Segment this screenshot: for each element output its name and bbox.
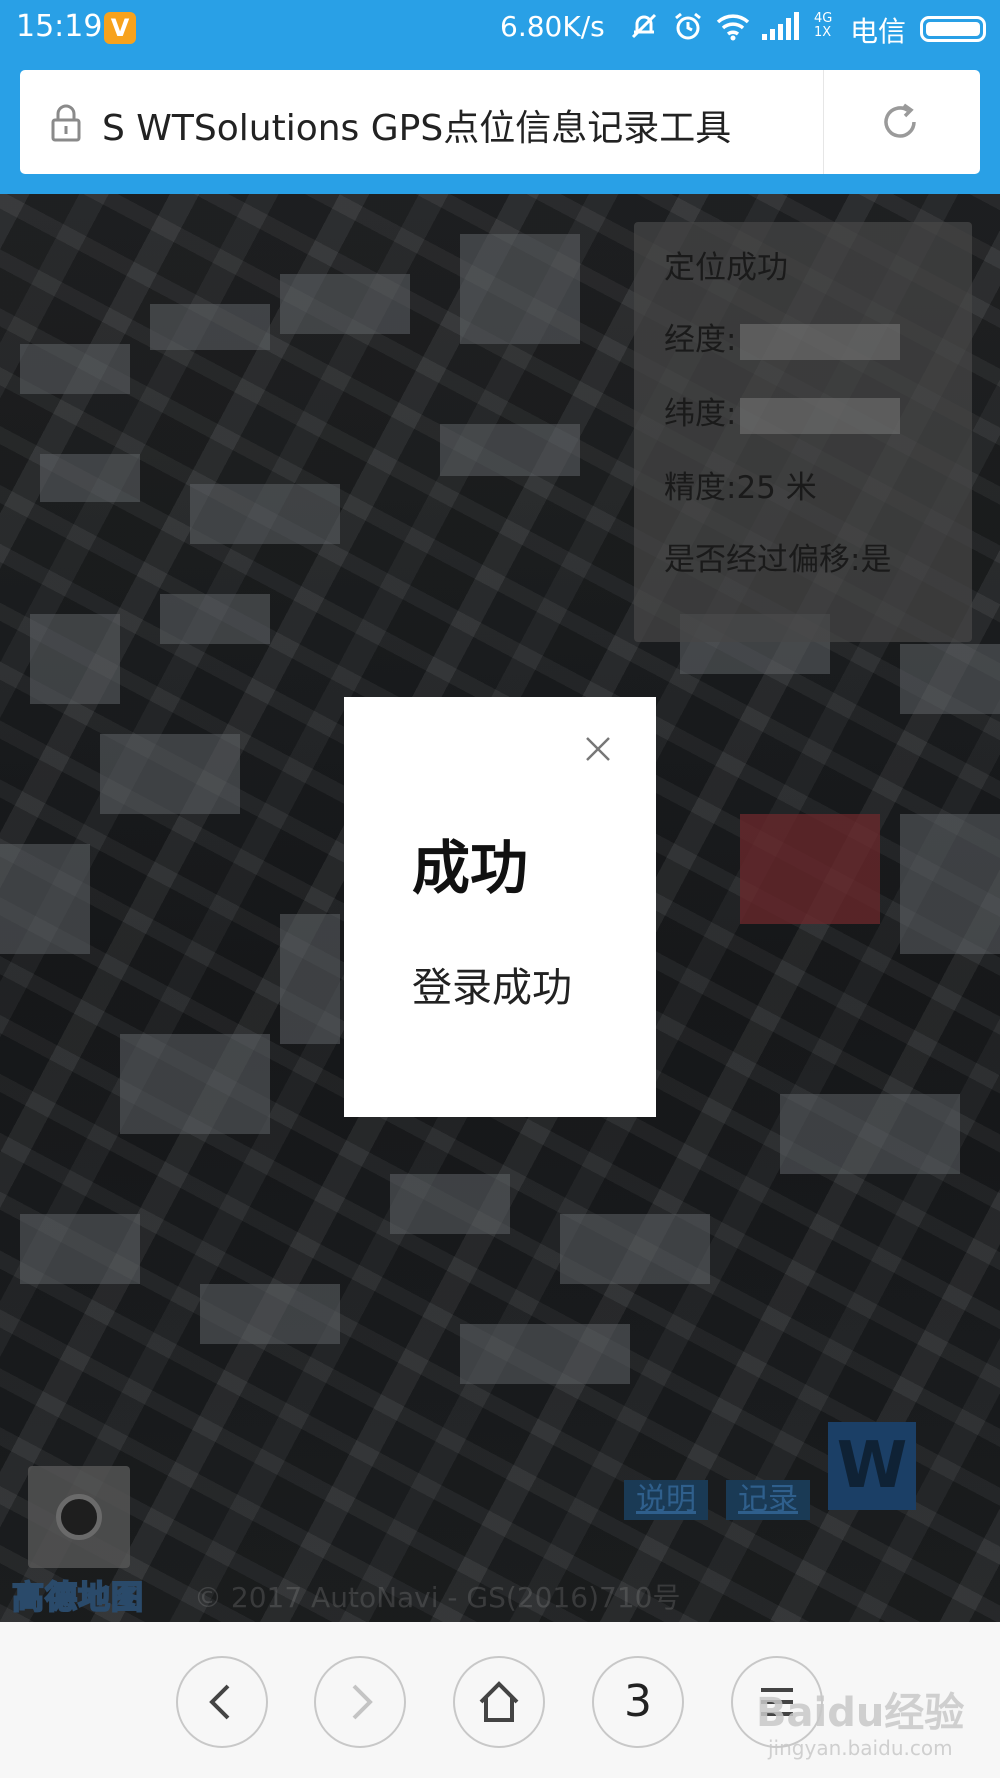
longitude-label: 经度: — [664, 322, 737, 358]
locate-icon — [56, 1494, 102, 1540]
network-1x: 1X — [814, 25, 832, 40]
map-building — [30, 614, 120, 704]
chevron-left-icon — [209, 1684, 230, 1720]
watermark-main: Baidu经验 — [756, 1690, 965, 1736]
dialog-message: 登录成功 — [412, 965, 572, 1011]
lock-icon — [51, 104, 81, 142]
forward-button[interactable] — [314, 1656, 406, 1748]
help-button[interactable]: 说明 — [624, 1480, 708, 1520]
status-bar: 15:19 V 6.80K/s 4G 1X 电信 — [0, 0, 1000, 58]
network-speed: 6.80K/s — [500, 10, 605, 43]
accuracy-row: 精度:25 米 — [664, 470, 817, 506]
home-button[interactable] — [453, 1656, 545, 1748]
map-building — [440, 424, 580, 476]
map-building — [780, 1094, 960, 1174]
chevron-right-icon — [352, 1684, 373, 1720]
map-building — [100, 734, 240, 814]
network-4g: 4G — [814, 11, 833, 26]
address-bar[interactable]: S WTSolutions GPS点位信息记录工具 — [20, 70, 980, 174]
map-building — [150, 304, 270, 350]
location-status: 定位成功 — [664, 250, 788, 286]
longitude-row: 经度: — [664, 314, 901, 360]
map-building — [20, 344, 130, 394]
map-copyright: © 2017 AutoNavi - GS(2016)710号 — [194, 1581, 681, 1614]
app-notification-icon: V — [104, 12, 136, 44]
map-building-red-roof — [740, 814, 880, 924]
offset-row: 是否经过偏移:是 — [664, 542, 892, 578]
latitude-row: 纬度: — [664, 388, 901, 434]
browser-toolbar: S WTSolutions GPS点位信息记录工具 — [0, 58, 1000, 194]
locate-button[interactable] — [28, 1466, 130, 1568]
map-building — [40, 454, 140, 502]
battery-level — [926, 22, 980, 36]
alarm-icon — [675, 12, 701, 40]
baidu-watermark: Baidu经验 jingyan.baidu.com — [756, 1680, 976, 1770]
network-type: 4G 1X — [814, 12, 832, 40]
map-building — [0, 844, 90, 954]
signal-icon — [762, 12, 799, 40]
record-button[interactable]: 记录 — [726, 1480, 810, 1520]
dialog-title: 成功 — [412, 834, 529, 902]
longitude-redacted — [740, 323, 901, 360]
latitude-redacted — [740, 397, 901, 434]
map-building — [280, 914, 340, 1044]
map-building — [560, 1214, 710, 1284]
map-building — [200, 1284, 340, 1344]
amap-logo: 高德地图 — [11, 1577, 145, 1617]
browser-bottom-nav: 3 Baidu经验 jingyan.baidu.com — [0, 1622, 1000, 1778]
reload-icon[interactable] — [880, 102, 920, 142]
tab-count: 3 — [624, 1676, 652, 1727]
page-title: S WTSolutions GPS点位信息记录工具 — [102, 108, 732, 149]
status-time: 15:19 — [16, 9, 103, 44]
address-bar-divider — [823, 70, 824, 174]
back-button[interactable] — [176, 1656, 268, 1748]
location-info-panel: 定位成功 经度: 纬度: 精度:25 米 是否经过偏移:是 — [634, 222, 972, 642]
latitude-label: 纬度: — [664, 396, 737, 432]
map-building — [20, 1214, 140, 1284]
watermark-sub: jingyan.baidu.com — [768, 1736, 953, 1760]
map-building — [160, 594, 270, 644]
tabs-button[interactable]: 3 — [592, 1656, 684, 1748]
map-building — [280, 274, 410, 334]
map-building — [900, 814, 1000, 954]
map-building — [190, 484, 340, 544]
home-icon — [479, 1681, 519, 1722]
map-building — [900, 644, 1000, 714]
wifi-icon — [716, 14, 750, 41]
carrier-name: 电信 — [850, 15, 907, 48]
w-logo-button[interactable]: W — [828, 1422, 916, 1510]
close-icon[interactable] — [584, 735, 612, 763]
map-building — [120, 1034, 270, 1134]
battery-icon — [920, 16, 986, 42]
status-icons: 4G 1X — [628, 10, 832, 42]
mute-bell-icon — [631, 13, 657, 39]
map-building — [460, 1324, 630, 1384]
success-dialog: 成功 登录成功 — [344, 697, 656, 1117]
map-building — [460, 234, 580, 344]
map-building — [390, 1174, 510, 1234]
